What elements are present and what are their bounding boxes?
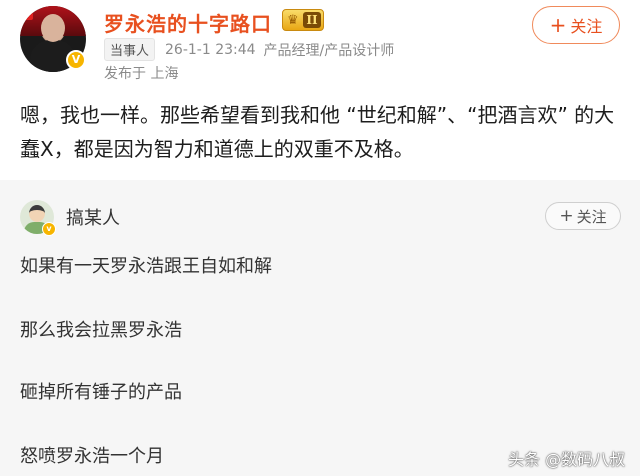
comment-line: 如果有一天罗永浩跟王自如和解 — [20, 256, 272, 277]
plus-icon: + — [559, 205, 574, 226]
post-meta: 当事人 26-1-1 23:44 产品经理/产品设计师 — [104, 38, 394, 61]
post-text: 嗯，我也一样。那些希望看到我和他 “世纪和解”、“把酒言欢” 的大蠢X，都是因为… — [20, 103, 615, 161]
avatar-figure-face — [41, 14, 65, 42]
author-title: 产品经理/产品设计师 — [263, 42, 395, 59]
follow-label: 关注 — [576, 207, 607, 226]
comment-line: 怒喷罗永浩一个月 — [20, 446, 164, 467]
author-name[interactable]: 罗永浩的十字路口 — [104, 8, 272, 37]
follow-label: 关注 — [570, 17, 603, 36]
party-tag: 当事人 — [104, 38, 156, 61]
follow-button[interactable]: + 关注 — [532, 6, 620, 44]
crown-icon: ♛ — [287, 13, 299, 28]
post-time: 26-1-1 23:44 — [165, 41, 256, 58]
plus-icon: + — [549, 13, 567, 37]
follow-commenter-button[interactable]: + 关注 — [545, 202, 621, 230]
post-location: 发布于 上海 — [104, 66, 179, 82]
comment-line: 砸掉所有锤子的产品 — [20, 382, 182, 403]
avatar-figure-face — [29, 205, 45, 222]
verified-icon: v — [42, 222, 56, 236]
comment-line: 那么我会拉黑罗永浩 — [20, 320, 182, 341]
source-watermark: 头条 @数码八叔 — [508, 450, 626, 469]
commenter-name[interactable]: 搞某人 — [66, 204, 120, 230]
level-label: II — [303, 12, 321, 28]
verified-icon: V — [66, 50, 86, 70]
post-card: V 罗永浩的十字路口 ♛ II + 关注 当事人 26-1-1 23:44 产品… — [0, 0, 640, 180]
avatar-logo — [25, 12, 33, 20]
quoted-comment: v 搞某人 + 关注 如果有一天罗永浩跟王自如和解 那么我会拉黑罗永浩 砸掉所有… — [0, 180, 640, 476]
member-level-badge[interactable]: ♛ II — [282, 9, 324, 31]
